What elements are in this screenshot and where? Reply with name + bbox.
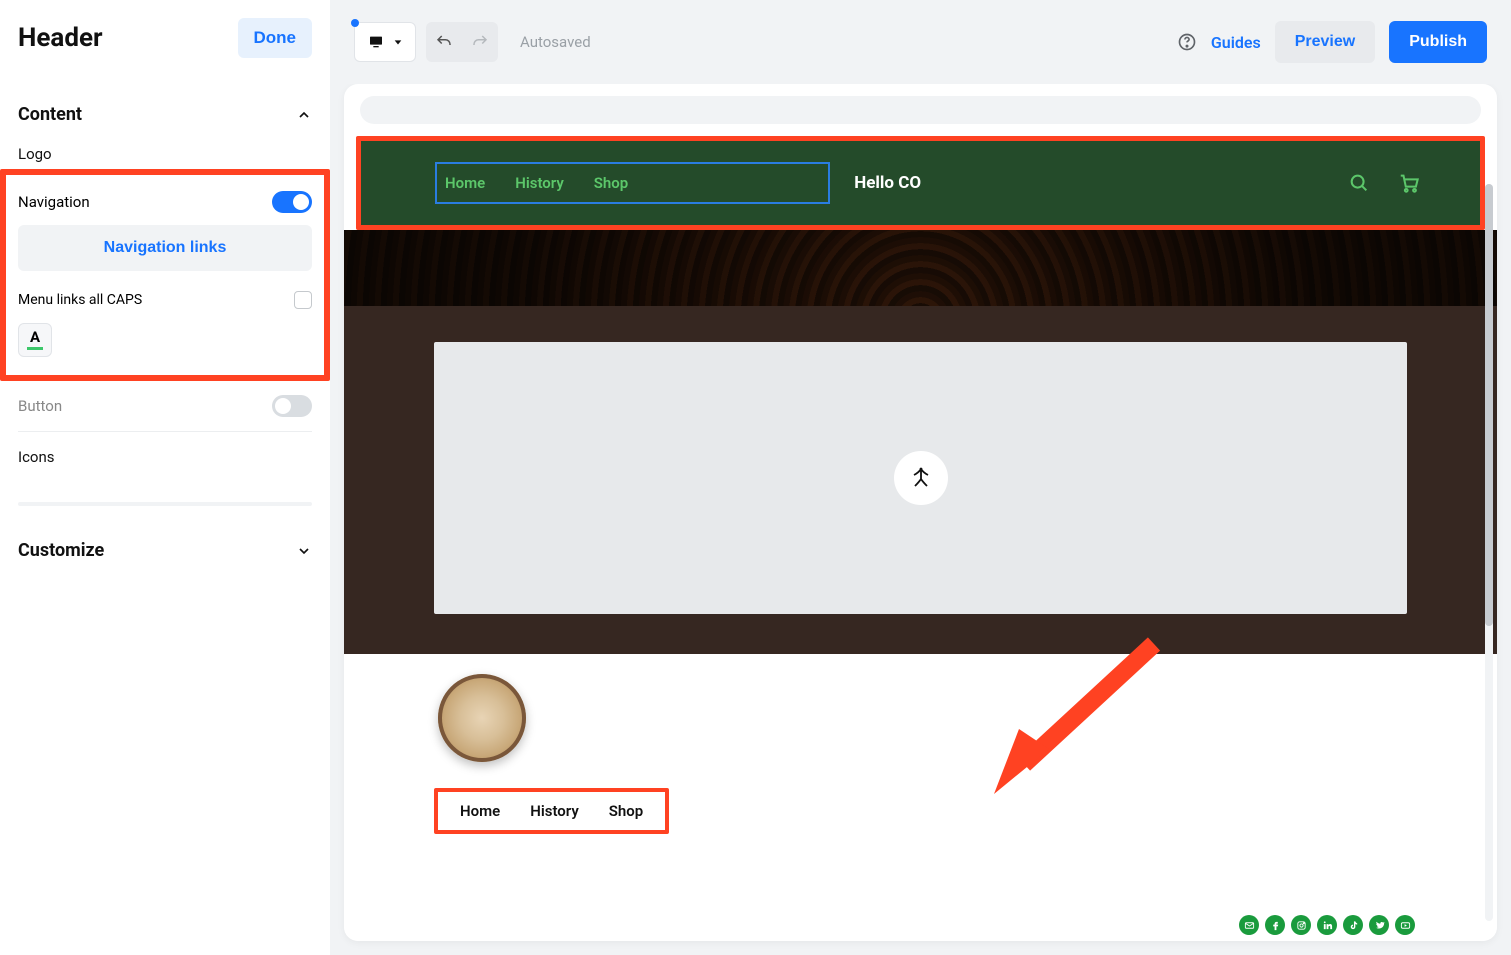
footer-nav-shop[interactable]: Shop xyxy=(609,802,643,820)
section-content-toggle[interactable]: Content xyxy=(18,98,312,131)
cart-icon[interactable] xyxy=(1398,172,1420,194)
addressbar xyxy=(360,96,1481,124)
chevron-up-icon xyxy=(296,107,312,123)
caps-label: Menu links all CAPS xyxy=(18,292,142,308)
canvas-scrollbar[interactable] xyxy=(1485,184,1493,921)
content-section: Home History Shop xyxy=(344,654,1497,941)
footer-nav-home[interactable]: Home xyxy=(460,802,500,820)
redo-icon xyxy=(471,33,489,51)
social-facebook-icon[interactable] xyxy=(1265,915,1285,935)
navigation-links-button[interactable]: Navigation links xyxy=(18,225,312,271)
sidebar: Header Done Content Logo Navigation Navi… xyxy=(0,0,330,955)
nav-link-shop[interactable]: Shop xyxy=(594,174,628,192)
chevron-down-icon xyxy=(296,543,312,559)
navigation-toggle[interactable] xyxy=(272,191,312,213)
nav-selection[interactable]: Home History Shop xyxy=(435,162,830,204)
done-button[interactable]: Done xyxy=(238,18,313,58)
social-twitter-icon[interactable] xyxy=(1369,915,1389,935)
site-header[interactable]: Home History Shop Hello CO xyxy=(361,141,1480,225)
topbar: Autosaved Guides Preview Publish xyxy=(330,0,1511,84)
site-title[interactable]: Hello CO xyxy=(854,173,921,193)
pdf-icon-circle xyxy=(894,451,948,505)
social-youtube-icon[interactable] xyxy=(1395,915,1415,935)
section-customize-label: Customize xyxy=(18,540,104,561)
help-icon[interactable] xyxy=(1177,32,1197,52)
undo-redo-group xyxy=(426,22,498,62)
header-highlight: Home History Shop Hello CO xyxy=(356,136,1485,230)
caps-checkbox[interactable] xyxy=(294,291,312,309)
unsaved-indicator-icon xyxy=(351,19,359,27)
caret-down-icon xyxy=(393,37,403,47)
pdf-icon xyxy=(909,466,933,490)
logo-row[interactable]: Logo xyxy=(18,131,312,169)
preview-canvas: Home History Shop Hello CO xyxy=(344,84,1497,941)
text-color-button[interactable]: A xyxy=(18,323,52,357)
scrollbar-thumb[interactable] xyxy=(1485,184,1493,626)
social-icons-row xyxy=(1239,915,1415,935)
desktop-icon xyxy=(367,34,385,50)
redo-button[interactable] xyxy=(462,22,498,62)
footer-nav-highlight: Home History Shop xyxy=(434,788,669,834)
undo-button[interactable] xyxy=(426,22,462,62)
text-color-underline xyxy=(27,347,43,350)
hero-section[interactable] xyxy=(344,306,1497,654)
icons-row[interactable]: Icons xyxy=(18,432,312,482)
device-selector[interactable] xyxy=(354,22,416,62)
guides-link[interactable]: Guides xyxy=(1211,33,1261,52)
undo-icon xyxy=(435,33,453,51)
divider xyxy=(18,502,312,506)
button-toggle[interactable] xyxy=(272,395,312,417)
section-customize-toggle[interactable]: Customize xyxy=(18,534,312,567)
navigation-label: Navigation xyxy=(18,193,90,211)
navigation-settings-highlight: Navigation Navigation links Menu links a… xyxy=(0,169,330,381)
footer-nav-history[interactable]: History xyxy=(530,802,579,820)
sidebar-title: Header xyxy=(18,23,103,53)
hero-background-image xyxy=(344,230,1497,306)
wood-slice-image[interactable] xyxy=(438,674,526,762)
social-tiktok-icon[interactable] xyxy=(1343,915,1363,935)
nav-link-home[interactable]: Home xyxy=(445,174,485,192)
annotation-arrow-icon xyxy=(974,634,1174,804)
button-label: Button xyxy=(18,397,62,415)
social-email-icon[interactable] xyxy=(1239,915,1259,935)
search-icon[interactable] xyxy=(1348,172,1370,194)
nav-link-history[interactable]: History xyxy=(515,174,564,192)
social-linkedin-icon[interactable] xyxy=(1317,915,1337,935)
pdf-placeholder[interactable] xyxy=(434,342,1407,614)
preview-button[interactable]: Preview xyxy=(1275,21,1375,63)
section-content-label: Content xyxy=(18,104,82,125)
autosaved-label: Autosaved xyxy=(520,33,591,51)
social-instagram-icon[interactable] xyxy=(1291,915,1311,935)
text-color-glyph: A xyxy=(30,330,40,345)
publish-button[interactable]: Publish xyxy=(1389,21,1487,63)
main-area: Autosaved Guides Preview Publish Ho xyxy=(330,0,1511,955)
